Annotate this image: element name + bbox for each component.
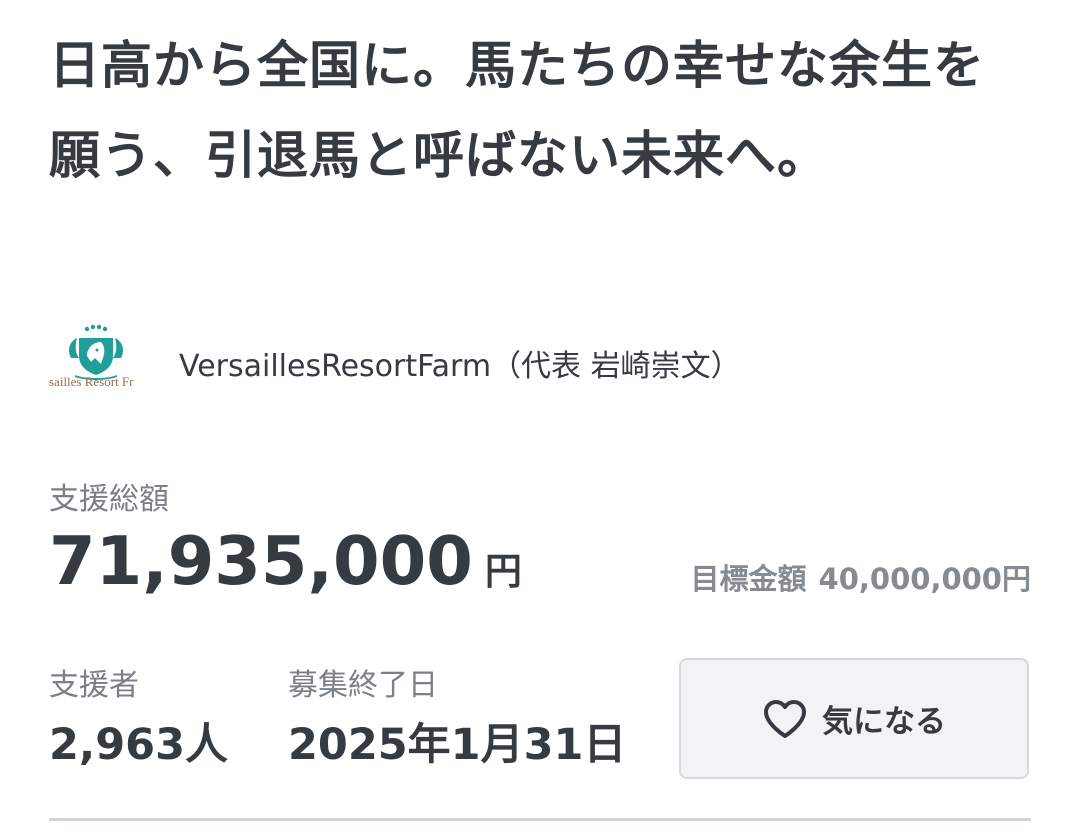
goal-label: 目標金額 [690, 562, 807, 596]
goal-value: 40,000,000円 [818, 562, 1031, 596]
svg-text:sailles Resort Fr: sailles Resort Fr [49, 374, 134, 389]
owner-logo[interactable]: sailles Resort Fr [49, 318, 141, 408]
total-funding-amount: 71,935,000 [49, 522, 473, 600]
end-date-label: 募集終了日 [288, 668, 438, 703]
favorite-button[interactable]: 気になる [679, 658, 1029, 779]
owner-logo-wordmark: sailles Resort Fr [49, 374, 134, 389]
supporters-value: 2,963人 [49, 720, 229, 770]
end-date-value: 2025年1月31日 [288, 720, 627, 770]
project-summary: 日高から全国に。馬たちの幸せな余生を願う、引退馬と呼ばない未来へ。 saille… [49, 0, 1031, 839]
goal-amount: 目標金額 40,000,000円 [691, 556, 1031, 598]
project-title: 日高から全国に。馬たちの幸せな余生を願う、引退馬と呼ばない未来へ。 [49, 37, 986, 186]
favorite-button-label: 気になる [822, 704, 946, 740]
total-funding-value: 71,935,000 円 [49, 522, 522, 600]
supporters-label: 支援者 [49, 668, 139, 703]
total-funding-label: 支援総額 [49, 482, 169, 517]
total-funding-unit: 円 [484, 550, 522, 593]
horse-emblem-icon [69, 324, 123, 380]
section-divider [49, 818, 1031, 821]
heart-outline-icon [764, 699, 806, 738]
project-owner[interactable]: sailles Resort Fr VersaillesResortFarm（代… [49, 318, 741, 408]
owner-name[interactable]: VersaillesResortFarm（代表 岩崎崇文） [179, 341, 741, 385]
